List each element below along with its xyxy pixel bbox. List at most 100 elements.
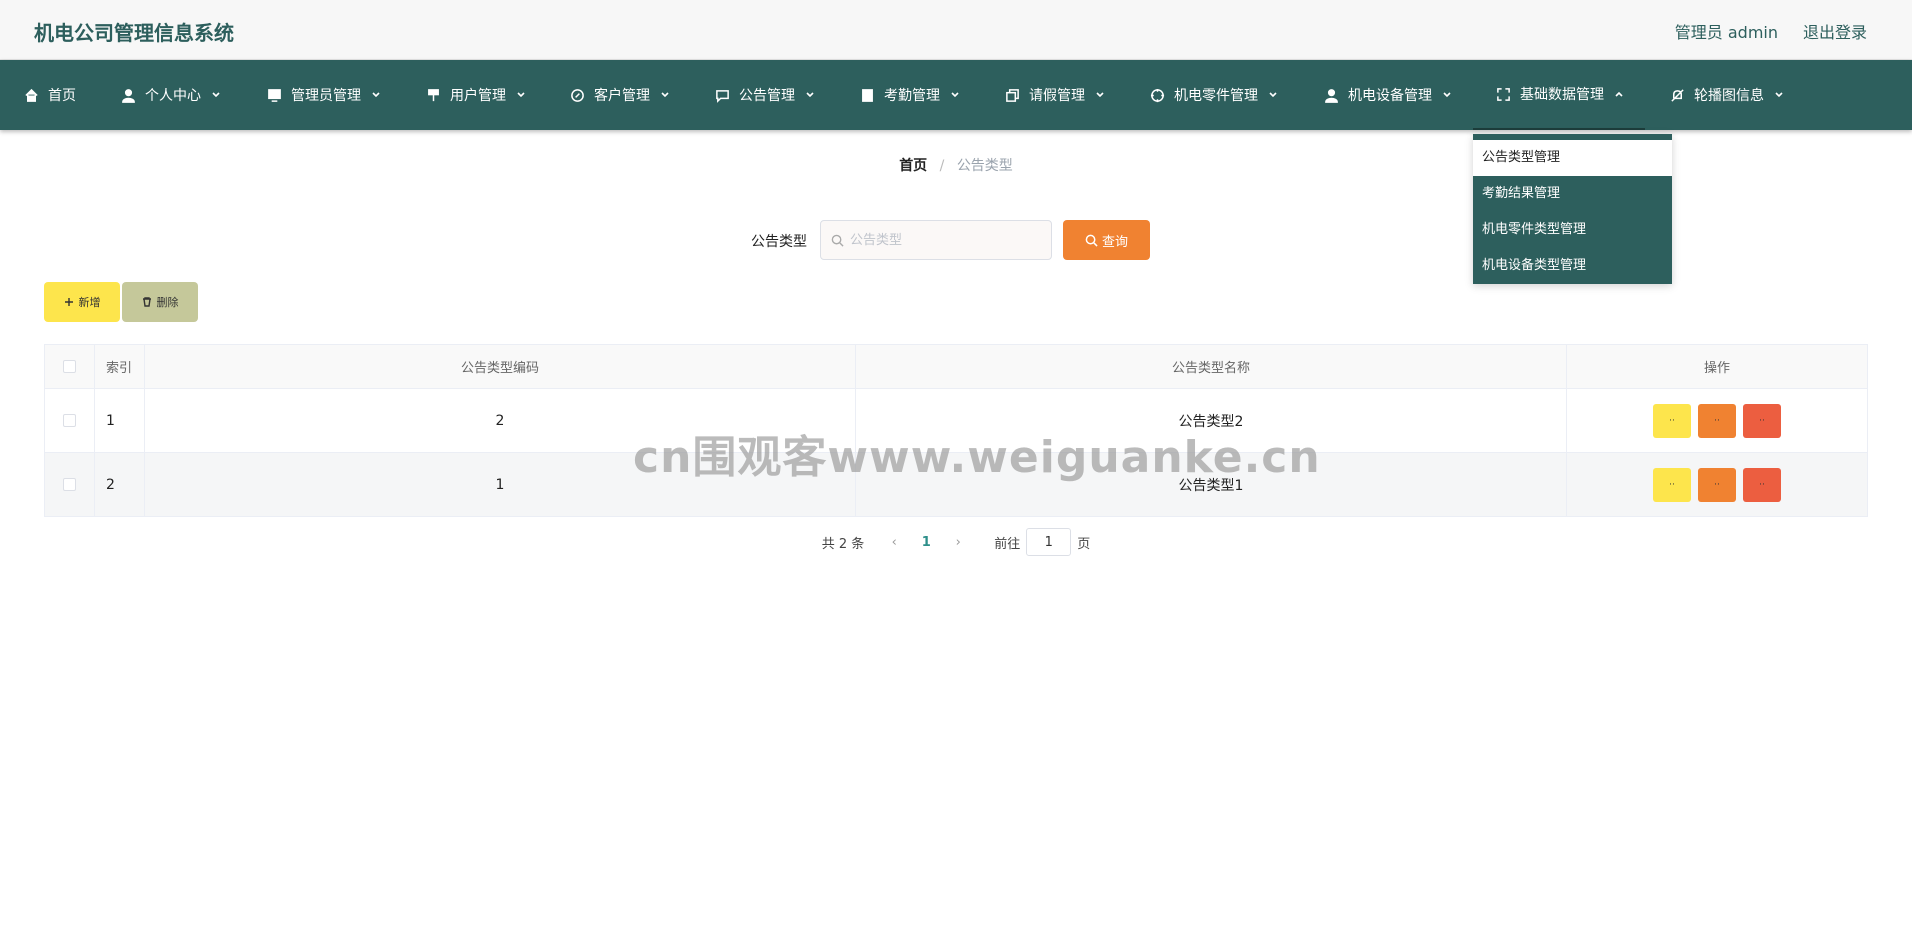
copy-icon (1006, 88, 1019, 102)
row-checkbox[interactable] (63, 414, 76, 427)
page-number[interactable]: 1 (906, 535, 946, 550)
cell-index: 2 (94, 452, 145, 517)
fullscreen-icon (1497, 87, 1510, 101)
query-button[interactable]: 查询 (1063, 220, 1150, 260)
search-field (820, 220, 1052, 260)
nav-label: 公告管理 (739, 88, 795, 104)
nav-label: 管理员管理 (291, 88, 361, 104)
book-icon (862, 88, 873, 102)
cell-name: 公告类型1 (855, 452, 1567, 517)
nav-item-admin-mgmt[interactable]: 管理员管理 (267, 60, 390, 130)
header-index: 索引 (94, 344, 145, 389)
data-table: 索引 公告类型编码 公告类型名称 操作 1 2 公告类型2 ·· ·· ·· 2… (44, 344, 1868, 517)
nav-label: 请假管理 (1029, 88, 1085, 104)
chevron-down-icon (1443, 92, 1451, 98)
chevron-down-icon (806, 92, 814, 98)
table-header-row: 索引 公告类型编码 公告类型名称 操作 (44, 344, 1868, 389)
pagination: 共 2 条 ‹ 1 › 前往 页 (0, 528, 1912, 556)
chevron-up-icon (1615, 91, 1623, 97)
user-icon (1325, 88, 1338, 103)
chevron-down-icon (372, 92, 380, 98)
select-all-checkbox[interactable] (63, 360, 76, 373)
chevron-down-icon (1269, 92, 1277, 98)
nav-item-equipment-mgmt[interactable]: 机电设备管理 (1324, 60, 1461, 130)
nav-item-home[interactable]: 首页 (24, 60, 76, 130)
add-button-label: 新增 (78, 296, 101, 309)
compass-icon (571, 88, 584, 102)
monitor-icon (268, 88, 281, 102)
view-button[interactable]: ·· (1653, 467, 1691, 502)
bell-off-icon (1671, 88, 1684, 102)
search-icon (831, 234, 844, 247)
app-title: 机电公司管理信息系统 (34, 21, 234, 45)
user-icon (122, 88, 135, 103)
submenu-item-equipment-type[interactable]: 机电设备类型管理 (1473, 248, 1672, 284)
nav-label: 客户管理 (594, 88, 650, 104)
header-code: 公告类型编码 (144, 344, 856, 389)
nav-label: 轮播图信息 (1694, 88, 1764, 104)
nav-item-customer-mgmt[interactable]: 客户管理 (570, 60, 679, 130)
chevron-down-icon (517, 92, 525, 98)
aim-icon (1150, 88, 1165, 102)
cell-code: 2 (144, 388, 856, 453)
chevron-down-icon (1096, 92, 1104, 98)
home-icon (25, 88, 38, 102)
nav-label: 用户管理 (450, 88, 506, 104)
nav-label: 机电零件管理 (1174, 88, 1258, 104)
view-button[interactable]: ·· (1653, 403, 1691, 438)
chevron-down-icon (1775, 92, 1783, 98)
nav-item-notice-mgmt[interactable]: 公告管理 (715, 60, 824, 130)
edit-button[interactable]: ·· (1698, 467, 1736, 502)
header-operations: 操作 (1566, 344, 1868, 389)
search-label: 公告类型 (751, 234, 807, 250)
goto-label: 前往 (994, 536, 1021, 552)
breadcrumb-separator: / (939, 158, 945, 174)
logout-link[interactable]: 退出登录 (1803, 19, 1867, 43)
trash-icon (142, 297, 151, 307)
nav-label: 机电设备管理 (1348, 88, 1432, 104)
nav-item-leave-mgmt[interactable]: 请假管理 (1005, 60, 1114, 130)
edit-button[interactable]: ·· (1698, 403, 1736, 438)
nav-label: 首页 (48, 88, 76, 104)
header-select-all[interactable] (44, 344, 95, 389)
table-row: 2 1 公告类型1 ·· ·· ·· (44, 452, 1868, 517)
table-row: 1 2 公告类型2 ·· ·· ·· (44, 388, 1868, 453)
breadcrumb-home[interactable]: 首页 (899, 158, 927, 174)
submenu-item-attendance-result[interactable]: 考勤结果管理 (1473, 176, 1672, 212)
search-input[interactable] (850, 221, 1045, 259)
nav-label: 基础数据管理 (1520, 87, 1604, 103)
submenu-item-part-type[interactable]: 机电零件类型管理 (1473, 212, 1672, 248)
nav-item-parts-mgmt[interactable]: 机电零件管理 (1150, 60, 1287, 130)
row-delete-button[interactable]: ·· (1743, 403, 1781, 438)
add-button[interactable]: 新增 (44, 282, 120, 322)
page-unit-label: 页 (1077, 536, 1091, 552)
row-delete-button[interactable]: ·· (1743, 467, 1781, 502)
admin-username: 管理员 admin (1674, 23, 1778, 42)
chevron-down-icon (951, 92, 959, 98)
nav-item-carousel-info[interactable]: 轮播图信息 (1670, 60, 1793, 130)
breadcrumb: 首页 / 公告类型 (0, 155, 1912, 175)
prev-page-icon[interactable]: ‹ (882, 535, 906, 550)
goto-page-input[interactable] (1026, 528, 1072, 556)
chat-icon (716, 89, 729, 103)
nav-item-attendance-mgmt[interactable]: 考勤管理 (860, 60, 969, 130)
row-checkbox[interactable] (63, 478, 76, 491)
cell-name: 公告类型2 (855, 388, 1567, 453)
delete-button[interactable]: 删除 (122, 282, 198, 322)
nav-item-user-mgmt[interactable]: 用户管理 (426, 60, 535, 130)
header-name: 公告类型名称 (855, 344, 1567, 389)
brush-icon (428, 88, 439, 101)
nav-item-basic-data-mgmt[interactable]: 基础数据管理 (1473, 60, 1645, 130)
top-header: 机电公司管理信息系统 管理员 admin 退出登录 (0, 0, 1912, 60)
delete-button-label: 删除 (156, 296, 179, 309)
nav-label: 考勤管理 (884, 88, 940, 104)
chevron-down-icon (212, 92, 220, 98)
nav-item-profile[interactable]: 个人中心 (121, 60, 230, 130)
main-nav: 首页 个人中心 管理员管理 用户管理 客户管理 公告管理 考勤管理 请假管理 机… (0, 60, 1912, 130)
chevron-down-icon (661, 92, 669, 98)
pagination-total: 共 2 条 (821, 536, 865, 552)
next-page-icon[interactable]: › (946, 535, 970, 550)
plus-icon (64, 298, 73, 306)
breadcrumb-current: 公告类型 (956, 158, 1013, 174)
query-button-label: 查询 (1101, 234, 1128, 250)
